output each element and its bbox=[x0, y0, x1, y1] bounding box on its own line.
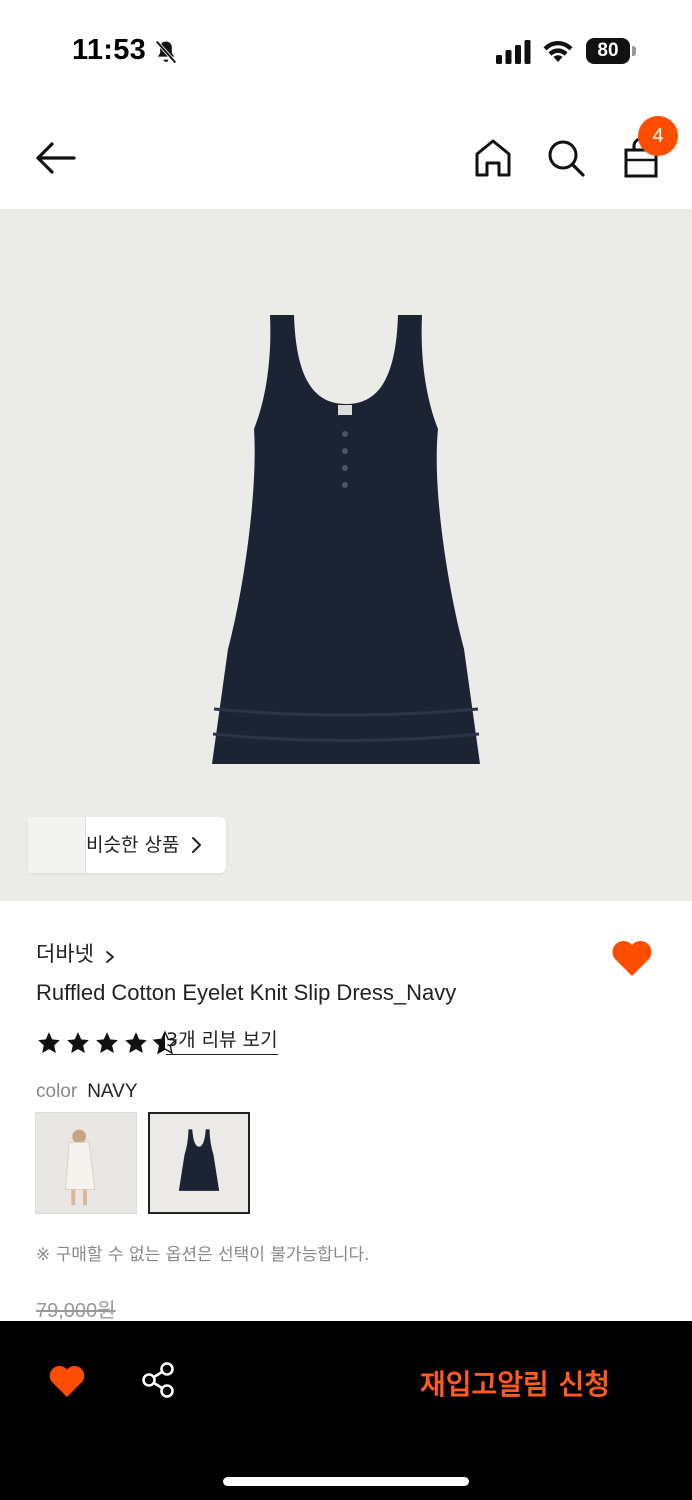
color-value: NAVY bbox=[87, 1081, 138, 1102]
chevron-right-icon bbox=[106, 950, 114, 963]
original-price: 79,000원 bbox=[36, 1300, 116, 1322]
similar-thumbnails bbox=[28, 817, 86, 873]
restock-alert-button[interactable]: 재입고알림 신청 bbox=[420, 1363, 610, 1403]
color-swatch-navy[interactable] bbox=[148, 1112, 250, 1214]
heart-icon[interactable] bbox=[48, 1363, 86, 1399]
dress-illustration bbox=[212, 315, 480, 764]
star-icon bbox=[96, 1032, 119, 1053]
top-nav-bar bbox=[0, 110, 692, 206]
favorite-heart-icon[interactable] bbox=[610, 938, 654, 978]
chevron-right-icon bbox=[192, 837, 201, 853]
rating-stars bbox=[36, 1030, 178, 1056]
back-arrow-icon[interactable] bbox=[32, 136, 80, 180]
dress-thumbnail bbox=[150, 1114, 248, 1212]
brand-link[interactable]: 더바넷 bbox=[36, 938, 115, 968]
product-image[interactable]: 비슷한 상품 bbox=[0, 209, 692, 901]
cart-count-badge: 4 bbox=[638, 116, 678, 156]
option-notice: ※ 구매할 수 없는 옵션은 선택이 불가능합니다. bbox=[36, 1245, 370, 1265]
color-label: color bbox=[36, 1081, 78, 1102]
battery-level: 80 bbox=[586, 38, 630, 64]
star-icon bbox=[38, 1032, 60, 1053]
search-icon[interactable] bbox=[544, 136, 588, 180]
color-selection-row: color NAVY bbox=[36, 1080, 138, 1103]
home-icon[interactable] bbox=[472, 136, 514, 180]
share-icon[interactable] bbox=[140, 1361, 176, 1399]
model-photo bbox=[36, 1113, 136, 1213]
bottom-action-bar: 재입고알림 신청 bbox=[0, 1321, 692, 1500]
product-title: Ruffled Cotton Eyelet Knit Slip Dress_Na… bbox=[36, 980, 457, 1005]
brand-name: 더바넷 bbox=[36, 942, 94, 966]
star-icon bbox=[125, 1032, 148, 1053]
color-swatch-ivory[interactable] bbox=[35, 1112, 137, 1214]
status-bar: 11:53 80 bbox=[0, 0, 692, 100]
signal-icon bbox=[496, 40, 531, 64]
star-icon bbox=[67, 1032, 89, 1053]
wifi-icon bbox=[543, 40, 573, 62]
bell-off-icon bbox=[155, 40, 177, 64]
battery-icon: 80 bbox=[586, 38, 636, 64]
similar-products-label: 비슷한 상품 bbox=[86, 834, 180, 856]
reviews-link[interactable]: 3개 리뷰 보기 bbox=[166, 1028, 278, 1055]
status-time: 11:53 bbox=[72, 34, 147, 66]
home-indicator[interactable] bbox=[223, 1477, 469, 1486]
similar-products-button[interactable]: 비슷한 상품 bbox=[28, 817, 226, 873]
